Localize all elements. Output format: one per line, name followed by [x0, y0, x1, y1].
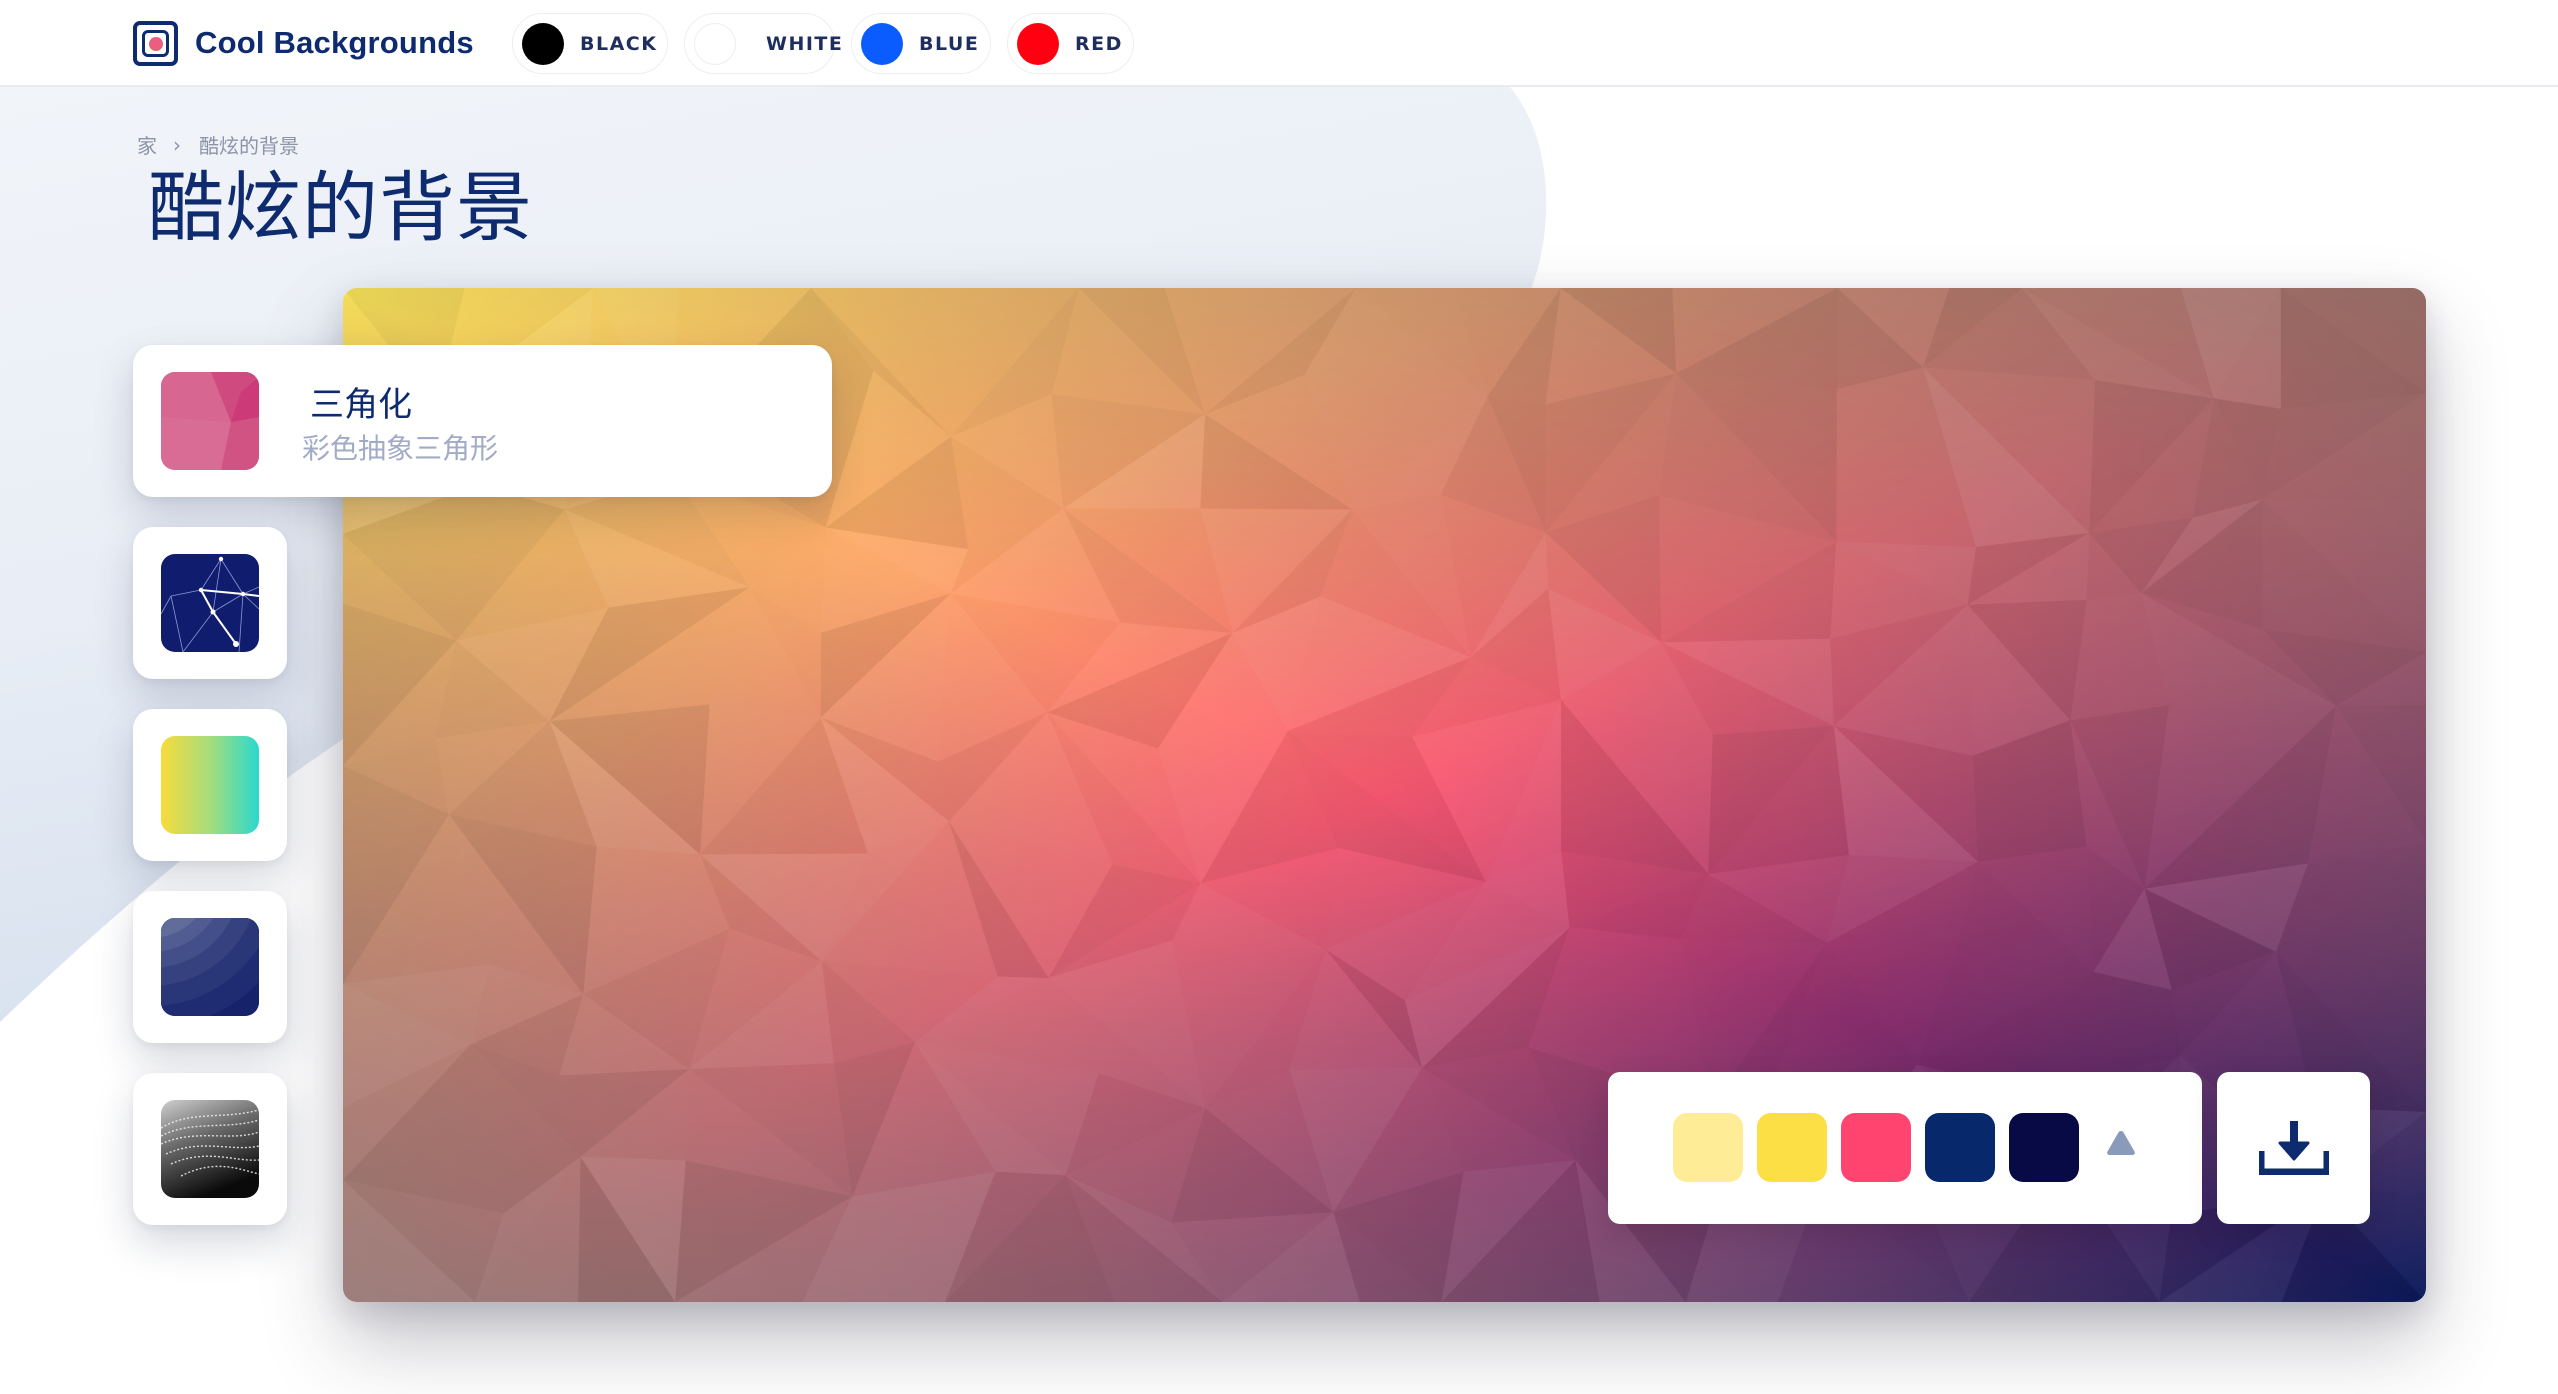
breadcrumb: 家 › 酷炫的背景 [137, 130, 299, 159]
download-icon [2258, 1121, 2329, 1175]
palette-color-swatch[interactable] [1673, 1113, 1743, 1182]
color-filter-label: BLACK [580, 32, 658, 55]
breadcrumb-current: 酷炫的背景 [199, 134, 299, 158]
color-filter-blue[interactable]: BLUE [851, 13, 991, 74]
palette-color-swatch[interactable] [1757, 1113, 1827, 1182]
color-filter-black[interactable]: BLACK [512, 13, 668, 74]
chevron-right-icon: › [173, 132, 181, 157]
blue-circle-icon [861, 22, 903, 65]
shape-toggle-button[interactable] [2103, 1125, 2139, 1161]
red-circle-icon [1017, 22, 1059, 65]
color-filter-white[interactable]: WHITE [684, 13, 842, 74]
black-circle-icon [522, 22, 564, 65]
white-circle-icon [694, 22, 736, 65]
palette-color-swatch[interactable] [2009, 1113, 2079, 1182]
monochrome-swirl-thumbnail [161, 1100, 259, 1198]
triangle-mosaic-thumbnail [161, 372, 259, 470]
download-button[interactable] [2217, 1072, 2370, 1224]
logo-dot [148, 36, 163, 51]
palette-color-swatch[interactable] [1925, 1113, 1995, 1182]
logo-icon[interactable] [133, 21, 178, 66]
logo-inner-frame [142, 30, 169, 57]
sidebar-item-triangulation[interactable]: 三角化 彩色抽象三角形 [133, 345, 832, 497]
sidebar-item-title: 三角化 [310, 385, 412, 425]
sidebar-item-gradient[interactable] [133, 709, 287, 861]
thumbnail-constellation [161, 554, 259, 652]
thumbnail-monochrome-swirl [161, 1100, 259, 1198]
sidebar-item-monochrome-swirl[interactable] [133, 1073, 287, 1225]
thumbnail-layered-waves [161, 918, 259, 1016]
color-filter-label: BLUE [919, 32, 980, 55]
constellation-thumbnail [161, 554, 259, 652]
brand-name[interactable]: Cool Backgrounds [195, 22, 474, 64]
layered-waves-thumbnail [161, 918, 259, 1016]
top-nav: Cool Backgrounds BLACK WHITE BLUE RED [0, 0, 2558, 87]
color-filter-label: WHITE [766, 32, 844, 55]
palette-color-swatch[interactable] [1841, 1113, 1911, 1182]
thumbnail-triangle-mosaic [161, 372, 259, 470]
page-title: 酷炫的背景 [148, 163, 533, 252]
triangle-icon [2107, 1131, 2135, 1155]
sidebar-item-constellation[interactable] [133, 527, 287, 679]
breadcrumb-home-link[interactable]: 家 [137, 130, 157, 159]
sidebar-item-layered-waves[interactable] [133, 891, 287, 1043]
color-filter-red[interactable]: RED [1007, 13, 1134, 74]
thumbnail-gradient-yellow-teal [161, 736, 259, 834]
sidebar-item-description: 彩色抽象三角形 [302, 432, 499, 465]
palette-toolbar [1608, 1072, 2202, 1224]
color-filter-label: RED [1075, 32, 1123, 55]
